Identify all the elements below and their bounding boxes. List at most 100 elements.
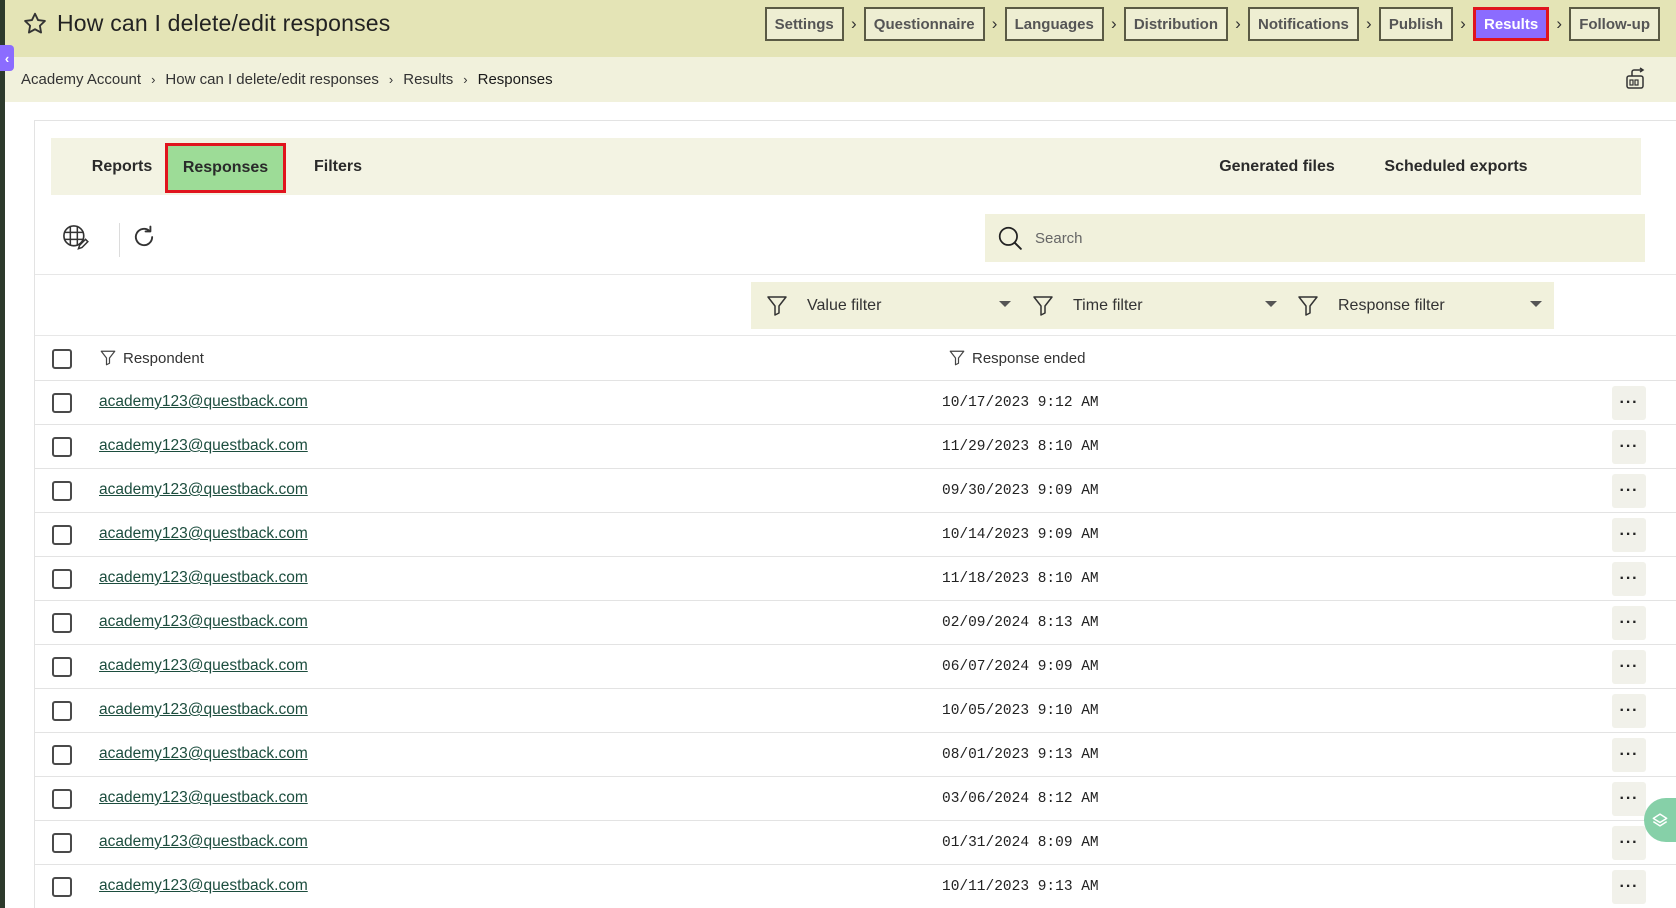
more-horizontal-icon[interactable]: ···	[1612, 518, 1646, 552]
response-ended-value: 06/07/2024 9:09 AM	[942, 659, 1099, 675]
more-horizontal-icon[interactable]: ···	[1612, 738, 1646, 772]
more-horizontal-icon[interactable]: ···	[1612, 430, 1646, 464]
filter-bar: Value filter Time filter Response filter	[35, 276, 1676, 336]
respondent-link[interactable]: academy123@questback.com	[99, 525, 308, 543]
response-ended-value: 08/01/2023 9:13 AM	[942, 747, 1099, 763]
table-row: academy123@questback.com 11/29/2023 8:10 …	[35, 425, 1676, 469]
response-ended-value: 11/18/2023 8:10 AM	[942, 571, 1099, 587]
export-icon[interactable]	[1624, 67, 1648, 91]
wizard-step-notifications[interactable]: Notifications	[1247, 7, 1359, 41]
row-checkbox[interactable]	[52, 437, 72, 457]
more-horizontal-icon[interactable]: ···	[1612, 782, 1646, 816]
row-checkbox[interactable]	[52, 745, 72, 765]
column-response-ended[interactable]: Response ended	[948, 349, 1085, 367]
chevron-right-icon: ›	[1460, 14, 1466, 33]
chevron-right-icon: ›	[1556, 14, 1563, 33]
row-checkbox[interactable]	[52, 657, 72, 677]
row-checkbox[interactable]	[52, 393, 72, 413]
more-horizontal-icon[interactable]: ···	[1612, 694, 1646, 728]
tab-generated-files[interactable]: Generated files	[1211, 138, 1343, 195]
collapse-sidebar-button[interactable]: ‹	[0, 45, 14, 71]
select-all-checkbox[interactable]	[52, 349, 72, 369]
row-checkbox[interactable]	[52, 701, 72, 721]
star-icon[interactable]	[21, 10, 49, 38]
respondent-link[interactable]: academy123@questback.com	[99, 701, 308, 719]
table-row: academy123@questback.com 08/01/2023 9:13 …	[35, 733, 1676, 777]
wizard-step-distribution[interactable]: Distribution	[1123, 7, 1228, 41]
respondent-link[interactable]: academy123@questback.com	[99, 393, 308, 411]
chevron-right-icon: ›	[388, 72, 394, 87]
tab-reports[interactable]: Reports	[67, 138, 177, 195]
more-horizontal-icon[interactable]: ···	[1612, 386, 1646, 420]
time-filter-label: Time filter	[1073, 296, 1143, 314]
breadcrumb-item-survey[interactable]: How can I delete/edit responses	[165, 71, 378, 88]
more-horizontal-icon[interactable]: ···	[1612, 474, 1646, 508]
response-filter-dropdown[interactable]: Response filter	[1282, 282, 1554, 329]
row-checkbox[interactable]	[52, 789, 72, 809]
caret-down-icon	[1530, 301, 1542, 307]
respondent-link[interactable]: academy123@questback.com	[99, 437, 308, 455]
wizard-step-follow-up[interactable]: Follow-up	[1569, 7, 1660, 41]
more-horizontal-icon[interactable]: ···	[1612, 562, 1646, 596]
breadcrumb-bar: Academy Account › How can I delete/edit …	[5, 57, 1676, 102]
table-edit-icon[interactable]	[61, 223, 89, 251]
left-edge-strip	[0, 0, 5, 908]
more-horizontal-icon[interactable]: ···	[1612, 606, 1646, 640]
respondent-link[interactable]: academy123@questback.com	[99, 613, 308, 631]
wizard-step-languages[interactable]: Languages	[1004, 7, 1104, 41]
respondent-link[interactable]: academy123@questback.com	[99, 481, 308, 499]
respondent-link[interactable]: academy123@questback.com	[99, 569, 308, 587]
caret-down-icon	[1265, 301, 1277, 307]
wizard-step-publish[interactable]: Publish	[1378, 7, 1453, 41]
caret-down-icon	[999, 301, 1011, 307]
table-row: academy123@questback.com 01/31/2024 8:09 …	[35, 821, 1676, 865]
respondent-link[interactable]: academy123@questback.com	[99, 745, 308, 763]
row-checkbox[interactable]	[52, 525, 72, 545]
respondent-link[interactable]: academy123@questback.com	[99, 833, 308, 851]
row-checkbox[interactable]	[52, 877, 72, 897]
more-horizontal-icon[interactable]: ···	[1612, 650, 1646, 684]
wizard-step-settings[interactable]: Settings	[764, 7, 844, 41]
wizard-step-results[interactable]: Results	[1473, 7, 1550, 41]
row-checkbox[interactable]	[52, 481, 72, 501]
response-ended-value: 09/30/2023 9:09 AM	[942, 483, 1099, 499]
chevron-right-icon: ›	[463, 72, 468, 87]
breadcrumb-item-results[interactable]: Results	[403, 71, 453, 88]
respondent-link[interactable]: academy123@questback.com	[99, 657, 308, 675]
column-respondent[interactable]: Respondent	[99, 349, 204, 367]
response-ended-value: 03/06/2024 8:12 AM	[942, 791, 1099, 807]
response-ended-value: 10/17/2023 9:12 AM	[942, 395, 1099, 411]
table-row: academy123@questback.com 03/06/2024 8:12 …	[35, 777, 1676, 821]
row-checkbox[interactable]	[52, 569, 72, 589]
value-filter-label: Value filter	[807, 296, 882, 314]
row-checkbox[interactable]	[52, 833, 72, 853]
wizard-steps: Settings › Questionnaire › Languages › Distrib…	[764, 7, 1660, 41]
tab-filters[interactable]: Filters	[301, 138, 375, 195]
respondent-link[interactable]: academy123@questback.com	[99, 877, 308, 895]
table-row: academy123@questback.com 02/09/2024 8:13 …	[35, 601, 1676, 645]
chevron-right-icon: ›	[151, 72, 156, 87]
tab-responses[interactable]: Responses	[165, 143, 286, 193]
time-filter-dropdown[interactable]: Time filter	[1017, 282, 1289, 329]
respondent-link[interactable]: academy123@questback.com	[99, 789, 308, 807]
response-ended-value: 10/11/2023 9:13 AM	[942, 879, 1099, 895]
refresh-icon[interactable]	[130, 223, 158, 251]
response-ended-value: 01/31/2024 8:09 AM	[942, 835, 1099, 851]
row-checkbox[interactable]	[52, 613, 72, 633]
search-input[interactable]	[1035, 229, 1595, 247]
chevron-right-icon: ›	[991, 14, 998, 33]
help-icon	[1652, 813, 1668, 827]
tab-scheduled-exports[interactable]: Scheduled exports	[1381, 138, 1531, 195]
table-row: academy123@questback.com 09/30/2023 9:09 …	[35, 469, 1676, 513]
wizard-step-questionnaire[interactable]: Questionnaire	[863, 7, 985, 41]
filter-funnel-icon[interactable]	[99, 349, 117, 367]
filter-funnel-icon[interactable]	[948, 349, 966, 367]
column-respondent-label: Respondent	[123, 349, 204, 367]
more-horizontal-icon[interactable]: ···	[1612, 870, 1646, 904]
breadcrumb-item-account[interactable]: Academy Account	[21, 71, 141, 88]
chevron-right-icon: ›	[850, 14, 857, 33]
search-box	[985, 214, 1645, 262]
more-horizontal-icon[interactable]: ···	[1612, 826, 1646, 860]
top-bar: How can I delete/edit responses Settings…	[5, 0, 1676, 57]
value-filter-dropdown[interactable]: Value filter	[751, 282, 1023, 329]
